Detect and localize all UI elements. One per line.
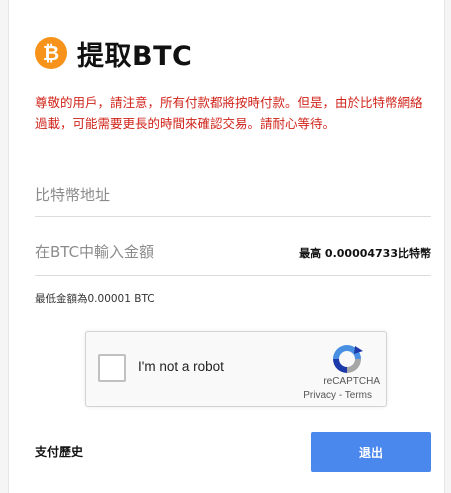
btc-address-placeholder: 比特幣地址 [35,186,111,204]
page-title: 提取BTC [77,40,193,72]
recaptcha-widget: I'm not a robot reCAPTCHA Privacy - Term… [85,331,387,407]
title-row: ₿ 提取BTC [35,36,193,72]
bitcoin-icon: ₿ [35,37,67,69]
min-amount-label: 最低金額為0.00001 BTC [35,293,155,305]
payment-history-link[interactable]: 支付歷史 [35,443,83,460]
recaptcha-brand: reCAPTCHA [323,376,380,387]
recaptcha-links: Privacy - Terms [303,390,372,401]
btc-address-field[interactable]: 比特幣地址 [35,176,431,217]
withdraw-panel: ₿ 提取BTC 尊敬的用戶，請注意，所有付款都將按時付款。但是，由於比特幣網絡過… [8,0,445,493]
recaptcha-link-separator: - [336,390,345,401]
btc-amount-field[interactable]: 在BTC中輸入金額 最高 0.00004733比特幣 [35,233,431,276]
btc-amount-placeholder: 在BTC中輸入金額 [35,243,155,261]
warning-notice: 尊敬的用戶，請注意，所有付款都將按時付款。但是，由於比特幣網絡過載，可能需要更長… [35,95,423,131]
recaptcha-privacy-link[interactable]: Privacy [303,390,336,401]
max-amount-label: 最高 0.00004733比特幣 [299,247,431,260]
recaptcha-checkbox[interactable] [98,354,126,382]
recaptcha-checkbox-label: I'm not a robot [138,359,224,374]
recaptcha-terms-link[interactable]: Terms [345,390,372,401]
recaptcha-icon [333,345,363,373]
exit-button[interactable]: 退出 [311,432,431,472]
